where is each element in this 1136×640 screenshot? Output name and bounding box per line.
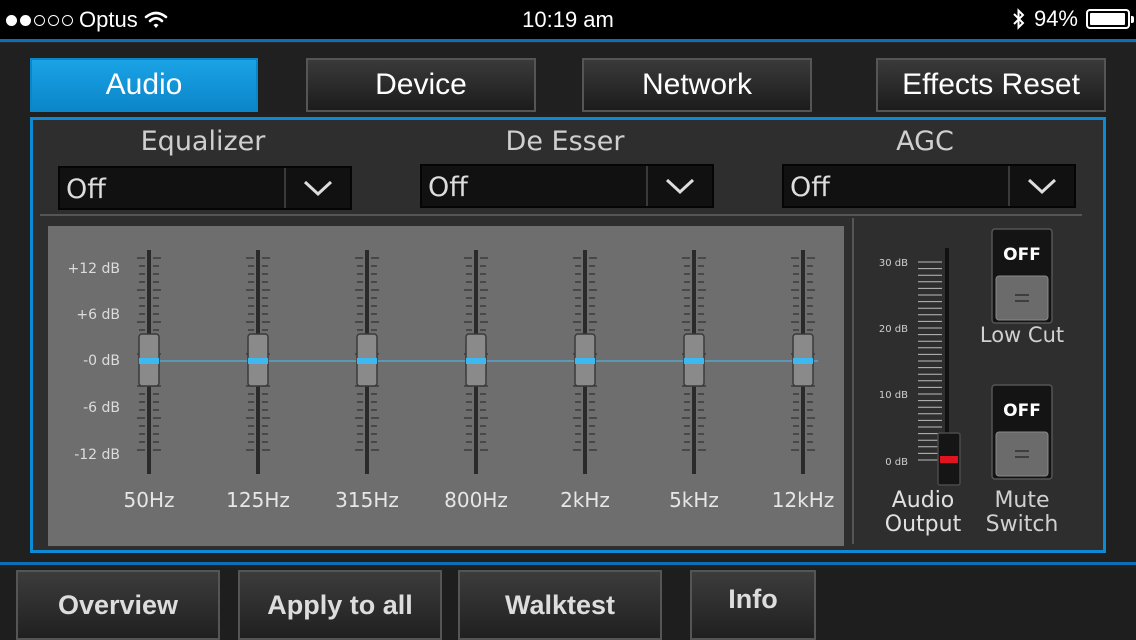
eq-band-label: 315Hz (335, 488, 399, 512)
eq-band-label: 50Hz (124, 488, 175, 512)
de-esser-label: De Esser (505, 126, 625, 157)
equalizer-label: Equalizer (140, 126, 266, 157)
eq-scale-label: +12 dB (68, 261, 121, 277)
mute-switch-label: Mute (994, 488, 1049, 513)
chevron-down-icon (1008, 166, 1074, 206)
eq-scale-label: +6 dB (76, 307, 120, 323)
eq-band-label: 5kHz (669, 488, 719, 512)
header-divider (0, 39, 1136, 42)
eq-fader-marker (357, 358, 377, 364)
eq-fader-marker (575, 358, 595, 364)
eq-fader[interactable] (791, 250, 815, 474)
panel-divider (40, 214, 1082, 216)
output-scale-labels: 30 dB 20 dB 10 dB 0 dB (879, 258, 908, 468)
panel-vertical-divider (852, 218, 854, 544)
equalizer-graph: +12 dB +6 dB -0 dB -6 dB -12 dB 50Hz 125… (48, 226, 844, 546)
eq-fader[interactable] (137, 250, 161, 474)
status-right: 94% (1012, 6, 1134, 32)
battery-percent: 94% (1033, 6, 1078, 31)
eq-fader[interactable] (246, 250, 270, 474)
chevron-down-icon (646, 166, 712, 206)
eq-band-label: 800Hz (444, 488, 508, 512)
tab-device[interactable]: Device (306, 58, 536, 112)
eq-fader[interactable] (573, 250, 597, 474)
eq-fader-marker (793, 358, 813, 364)
mute-switch-state: OFF (1003, 401, 1041, 421)
low-cut-label: Low Cut (980, 323, 1064, 347)
output-scale-label: 30 dB (879, 258, 908, 269)
eq-band-label: 2kHz (560, 488, 610, 512)
status-bar: Optus 10:19 am 94% (0, 0, 1136, 40)
eq-scale-label: -6 dB (83, 400, 120, 416)
output-scale-ticks (918, 261, 942, 461)
agc-dropdown[interactable]: Off (782, 164, 1076, 208)
de-esser-value: Off (428, 172, 468, 203)
audio-output-label-2: Output (885, 512, 962, 537)
footer-divider (0, 562, 1136, 565)
chevron-down-icon (284, 168, 350, 208)
bluetooth-icon (1013, 8, 1025, 30)
output-scale-label: 10 dB (879, 390, 908, 401)
output-scale-label: 20 dB (879, 324, 908, 335)
eq-band-label: 12kHz (772, 488, 835, 512)
eq-scale-labels: +12 dB +6 dB -0 dB -6 dB -12 dB (68, 261, 121, 463)
eq-fader-marker (248, 358, 268, 364)
eq-scale-label: -0 dB (83, 353, 120, 369)
audio-output-slider[interactable] (937, 432, 961, 486)
eq-band-label: 125Hz (226, 488, 290, 512)
mute-switch-label-2: Switch (986, 512, 1059, 537)
tab-apply-to-all[interactable]: Apply to all (238, 570, 442, 640)
equalizer-svg: +12 dB +6 dB -0 dB -6 dB -12 dB 50Hz 125… (68, 250, 835, 512)
eq-scale-label: -12 dB (74, 447, 120, 463)
agc-value: Off (790, 172, 830, 203)
output-scale-label: 0 dB (885, 457, 908, 468)
tab-walktest[interactable]: Walktest (458, 570, 662, 640)
output-panel: 30 dB 20 dB 10 dB 0 dB Audio Output OFF … (856, 218, 1096, 548)
de-esser-dropdown[interactable]: Off (420, 164, 714, 208)
tab-network[interactable]: Network (582, 58, 812, 112)
output-svg: 30 dB 20 dB 10 dB 0 dB Audio Output OFF … (879, 228, 1064, 537)
equalizer-value: Off (66, 174, 106, 205)
battery-icon (1086, 9, 1134, 29)
output-slider-marker (940, 456, 958, 463)
audio-output-label: Audio (892, 488, 955, 513)
eq-band-labels: 50Hz 125Hz 315Hz 800Hz 2kHz 5kHz 12kHz (124, 488, 835, 512)
eq-fader[interactable] (682, 250, 706, 474)
low-cut-state: OFF (1003, 245, 1041, 265)
clock: 10:19 am (522, 7, 614, 32)
equalizer-dropdown[interactable]: Off (58, 166, 352, 210)
eq-fader[interactable] (355, 250, 379, 474)
eq-fader-marker (139, 358, 159, 364)
eq-bands (137, 250, 815, 474)
tab-effects-reset[interactable]: Effects Reset (876, 58, 1106, 112)
tab-audio[interactable]: Audio (30, 58, 258, 112)
tab-overview[interactable]: Overview (16, 570, 220, 640)
mute-switch-toggle[interactable]: OFF (991, 384, 1053, 480)
tab-info[interactable]: Info (690, 570, 816, 640)
low-cut-toggle[interactable]: OFF (991, 228, 1053, 324)
eq-fader-marker (466, 358, 486, 364)
eq-fader-marker (684, 358, 704, 364)
eq-fader[interactable] (464, 250, 488, 474)
agc-label: AGC (896, 126, 954, 157)
